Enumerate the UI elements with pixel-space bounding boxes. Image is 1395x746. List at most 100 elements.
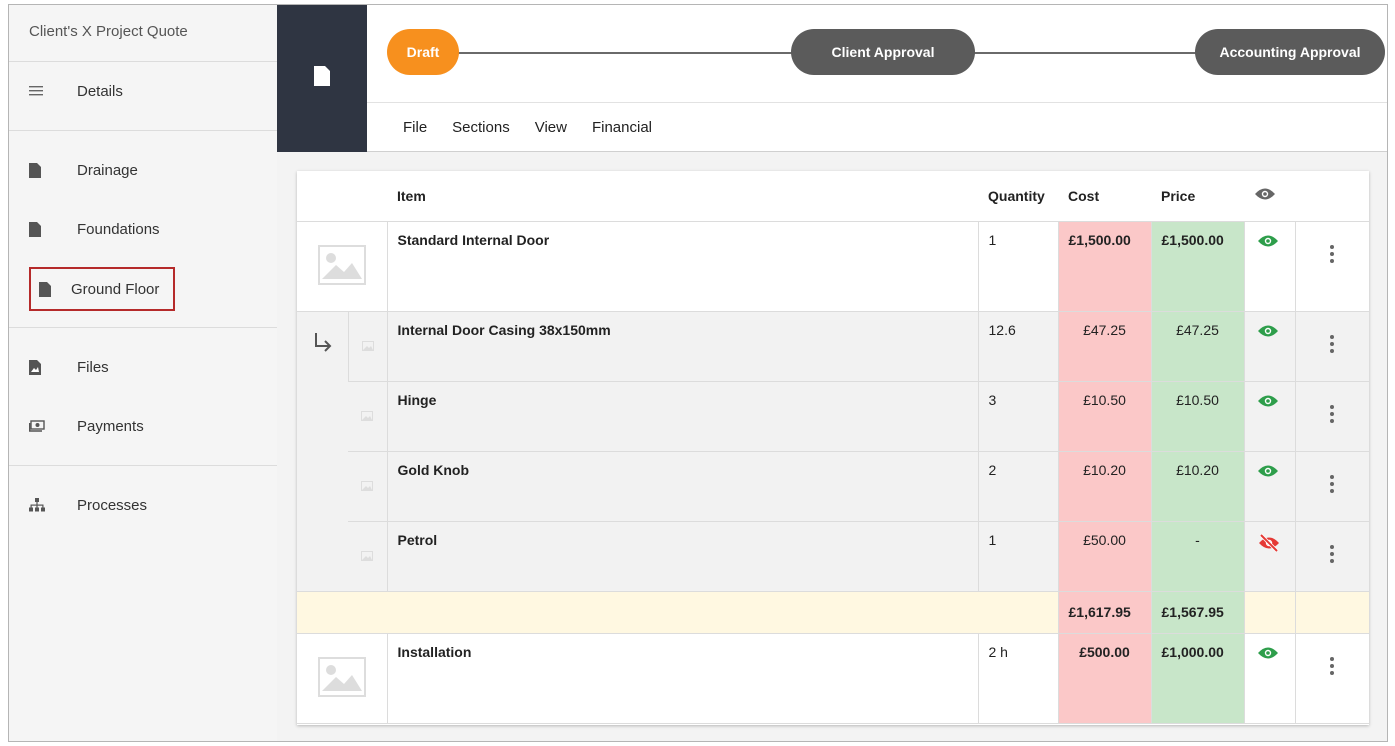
header-item: Item (387, 171, 978, 222)
visibility-toggle[interactable] (1243, 381, 1295, 452)
subdirectory-arrow-icon (313, 332, 333, 355)
item-cost: £500.00 (1057, 633, 1151, 724)
sidebar-item-details[interactable]: Details (29, 74, 123, 108)
subtotal-cost: £1,617.95 (1057, 591, 1151, 634)
eye-visible-icon (1257, 325, 1279, 341)
document-icon (314, 66, 330, 91)
visibility-toggle[interactable] (1243, 221, 1295, 312)
workflow-step-accounting-approval[interactable]: Accounting Approval (1195, 29, 1385, 75)
header-quantity: Quantity (978, 171, 1058, 222)
image-placeholder-icon (317, 656, 366, 700)
table-row[interactable]: Petrol 1 £50.00 - (297, 521, 1369, 592)
document-icon (29, 221, 57, 237)
child-indent (297, 311, 348, 592)
more-vertical-icon (1330, 244, 1335, 263)
image-placeholder-icon (317, 244, 366, 288)
project-title: Client's X Project Quote (29, 23, 188, 40)
item-name: Hinge (386, 381, 978, 452)
workflow-step-client-approval[interactable]: Client Approval (791, 29, 975, 75)
more-vertical-icon (1330, 404, 1335, 423)
subtotal-spacer (297, 591, 1058, 634)
item-quantity: 1 (977, 221, 1058, 312)
visibility-toggle[interactable] (1243, 521, 1295, 592)
header-thumb (297, 171, 387, 222)
more-options-button[interactable] (1294, 311, 1369, 382)
table-row[interactable]: Installation 2 h £500.00 £1,000.00 (297, 633, 1369, 724)
more-vertical-icon (1330, 656, 1335, 675)
eye-visible-icon (1257, 647, 1279, 663)
table-row[interactable]: Standard Internal Door 1 £1,500.00 £1,50… (297, 221, 1369, 312)
item-cost: £47.25 (1057, 311, 1151, 382)
item-name: Gold Knob (386, 451, 978, 522)
visibility-toggle[interactable] (1243, 633, 1295, 724)
sidebar-item-label: Files (77, 358, 109, 376)
sidebar: Client's X Project Quote Details Drainag… (9, 5, 277, 741)
document-icon (39, 281, 59, 297)
workflow-step-draft[interactable]: Draft (387, 29, 459, 75)
quote-table-card: Item Quantity Cost Price Standard Intern… (297, 171, 1369, 725)
table-header-row: Item Quantity Cost Price (297, 171, 1369, 222)
more-options-button[interactable] (1294, 521, 1369, 592)
menu-sections[interactable]: Sections (452, 119, 510, 136)
divider (9, 61, 277, 62)
menu-bar: File Sections View Financial (403, 119, 652, 136)
item-quantity: 1 (977, 521, 1058, 592)
item-thumbnail (348, 451, 387, 522)
eye-visible-icon (1257, 395, 1279, 411)
item-thumbnail (297, 633, 387, 724)
item-thumbnail (348, 381, 387, 452)
item-name: Standard Internal Door (386, 221, 978, 312)
more-options-button[interactable] (1294, 633, 1369, 724)
menu-financial[interactable]: Financial (592, 119, 652, 136)
divider (9, 130, 277, 131)
divider (367, 102, 1387, 103)
eye-icon (1254, 188, 1276, 204)
sidebar-item-label: Processes (77, 496, 148, 514)
item-thumbnail (347, 311, 387, 382)
sidebar-item-drainage[interactable]: Drainage (29, 153, 138, 187)
divider (9, 327, 277, 328)
item-price: £47.25 (1150, 311, 1244, 382)
item-name: Installation (386, 633, 978, 724)
more-vertical-icon (1330, 474, 1335, 493)
item-cost: £10.20 (1057, 451, 1151, 522)
sidebar-item-payments[interactable]: Payments (29, 409, 144, 443)
header-visibility (1244, 171, 1295, 222)
eye-visible-icon (1257, 235, 1279, 251)
subtotal-empty (1243, 591, 1295, 634)
more-options-button[interactable] (1294, 381, 1369, 452)
item-quantity: 2 (977, 451, 1058, 522)
money-icon (29, 420, 57, 432)
item-name: Internal Door Casing 38x150mm (386, 311, 978, 382)
sidebar-item-foundations[interactable]: Foundations (29, 212, 160, 246)
document-tab[interactable] (277, 5, 367, 152)
more-options-button[interactable] (1294, 451, 1369, 522)
image-placeholder-icon (361, 338, 374, 354)
sidebar-item-label: Drainage (77, 161, 138, 179)
sidebar-item-processes[interactable]: Processes (29, 488, 147, 522)
table-row[interactable]: Gold Knob 2 £10.20 £10.20 (297, 451, 1369, 522)
eye-hidden-icon (1257, 533, 1281, 555)
more-vertical-icon (1330, 334, 1335, 353)
menu-file[interactable]: File (403, 119, 427, 136)
item-cost: £50.00 (1057, 521, 1151, 592)
sidebar-item-label: Foundations (77, 220, 160, 238)
eye-visible-icon (1257, 465, 1279, 481)
header-actions (1295, 171, 1369, 222)
header-price: Price (1151, 171, 1244, 222)
more-vertical-icon (1330, 544, 1335, 563)
table-row[interactable]: Hinge 3 £10.50 £10.50 (297, 381, 1369, 452)
image-placeholder-icon (361, 408, 374, 424)
header-cost: Cost (1058, 171, 1151, 222)
item-price: - (1150, 521, 1244, 592)
visibility-toggle[interactable] (1243, 311, 1295, 382)
sidebar-item-files[interactable]: Files (29, 350, 109, 384)
visibility-toggle[interactable] (1243, 451, 1295, 522)
sitemap-icon (29, 498, 57, 512)
menu-view[interactable]: View (535, 119, 567, 136)
more-options-button[interactable] (1294, 221, 1369, 312)
item-name: Petrol (386, 521, 978, 592)
file-image-icon (29, 359, 57, 375)
table-row[interactable]: Internal Door Casing 38x150mm 12.6 £47.2… (297, 311, 1369, 592)
sidebar-item-ground-floor[interactable]: Ground Floor (28, 267, 176, 311)
